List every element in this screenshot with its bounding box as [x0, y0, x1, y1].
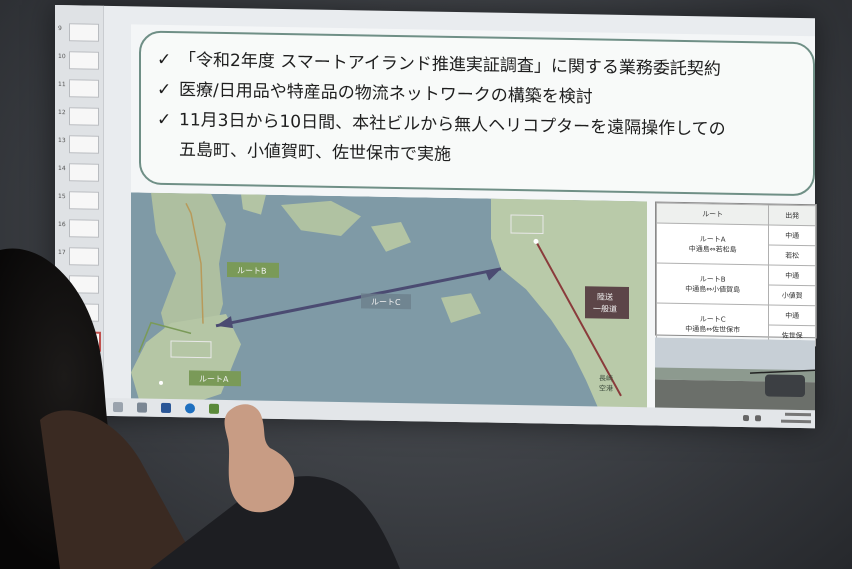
- table-row: ルートC 中通島⇔佐世保市 中通: [656, 302, 816, 345]
- svg-text:空港: 空港: [599, 383, 613, 392]
- presentation-photo: 9 10 11 12 13 14 15 16 17 18 19 20 21 ✓ …: [0, 0, 852, 569]
- slide-thumbnail[interactable]: [69, 303, 99, 322]
- bullet-item-continuation: 五島町、小値賀町、佐世保市で実施: [179, 140, 451, 165]
- app-icon[interactable]: [209, 403, 219, 414]
- check-icon: ✓: [157, 109, 172, 131]
- slide-canvas: ✓ 「令和2年度 スマートアイランド推進実証調査」に関する業務委託契約 ✓ 医療/日…: [131, 24, 817, 423]
- slide-thumbnail[interactable]: [69, 247, 99, 266]
- powerpoint-icon[interactable]: [161, 402, 171, 414]
- projector-screen: 9 10 11 12 13 14 15 16 17 18 19 20 21 ✓ …: [55, 5, 817, 429]
- slide-thumbnail-selected[interactable]: [69, 331, 101, 352]
- network-icon[interactable]: [743, 415, 749, 422]
- bullet-item: ✓ 「令和2年度 スマートアイランド推進実証調査」に関する業務委託契約: [157, 49, 721, 80]
- route-map: ルートB ルートC ルートA 陸送 一般道 長崎 空港: [131, 192, 647, 416]
- bullet-item: ✓ 医療/日用品や特産品の物流ネットワークの構築を検討: [157, 79, 593, 108]
- bullet-item: ✓ 11月3日から10日間、本社ビルから無人ヘリコプターを遠隔操作しての: [157, 109, 726, 140]
- svg-text:長崎: 長崎: [599, 373, 613, 382]
- table-row: ルートA 中通島⇔若松島 中通: [656, 222, 816, 265]
- slide-thumbnail[interactable]: [69, 359, 99, 378]
- edge-icon[interactable]: [185, 403, 195, 414]
- check-icon: ✓: [157, 49, 172, 71]
- helicopter-icon: [765, 374, 805, 398]
- slide-thumbnail[interactable]: [69, 163, 99, 182]
- presenter-face: [40, 410, 200, 569]
- slide-thumbnail[interactable]: [69, 107, 99, 126]
- taskbar-clock[interactable]: [781, 412, 811, 427]
- slide-thumbnail-panel[interactable]: 9 10 11 12 13 14 15 16 17 18 19 20 21: [55, 5, 104, 416]
- slide-thumbnail[interactable]: [69, 191, 99, 210]
- volume-icon[interactable]: [755, 415, 761, 422]
- route-c-label: ルートC: [361, 293, 411, 310]
- check-icon: ✓: [157, 79, 172, 101]
- route-a-label: ルートA: [189, 370, 241, 387]
- svg-text:ルートC: ルートC: [371, 298, 401, 308]
- table-header: ルート: [656, 202, 769, 225]
- svg-text:ルートB: ルートB: [237, 266, 266, 276]
- bullet-list: ✓ 「令和2年度 スマートアイランド推進実証調査」に関する業務委託契約 ✓ 医療/日…: [139, 30, 815, 197]
- slide-thumbnail[interactable]: [69, 135, 99, 154]
- svg-text:ルートA: ルートA: [199, 375, 229, 385]
- task-view-icon[interactable]: [137, 402, 147, 413]
- route-b-label: ルートB: [227, 262, 279, 278]
- presenter-sleeve: [150, 476, 400, 569]
- land-transport-label: 陸送 一般道: [585, 286, 629, 320]
- slide-thumbnail[interactable]: [69, 219, 99, 238]
- slide-thumbnail[interactable]: [69, 51, 99, 70]
- table-header: 出発: [768, 204, 816, 226]
- presenter-hand: [224, 404, 295, 513]
- svg-text:一般道: 一般道: [593, 303, 617, 313]
- svg-text:陸送: 陸送: [597, 291, 613, 301]
- start-icon[interactable]: [113, 402, 123, 413]
- table-row: ルートB 中通島⇔小値賀島 中通: [656, 262, 816, 305]
- slide-thumbnail[interactable]: [69, 275, 99, 294]
- slide-thumbnail[interactable]: [69, 23, 99, 42]
- slide-thumbnail[interactable]: [69, 79, 99, 98]
- route-table: ルート 出発 ルートA 中通島⇔若松島 中通 若松 ルートB 中通島⇔小値賀島 中通…: [655, 201, 817, 346]
- map-graphic: ルートB ルートC ルートA 陸送 一般道 長崎 空港: [131, 192, 647, 416]
